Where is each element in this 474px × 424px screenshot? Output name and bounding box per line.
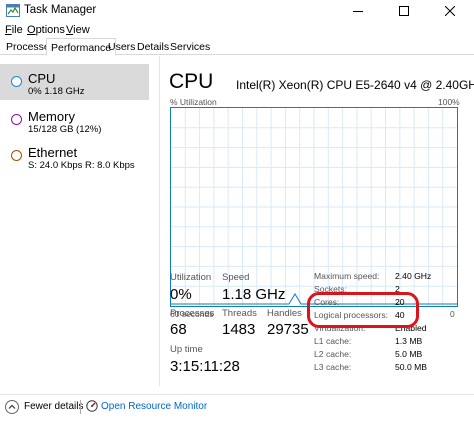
task-manager-icon <box>6 4 20 17</box>
sidebar: CPU 0% 1.18 GHz Memory 15/128 GB (12%) E… <box>0 56 160 386</box>
spec-value: 50.0 MB <box>395 362 428 372</box>
memory-ring-icon <box>11 114 22 125</box>
uptime-label: Up time <box>170 344 203 355</box>
page-title: CPU <box>169 70 214 93</box>
sidebar-item-subtitle: 15/128 GB (12%) <box>28 124 102 135</box>
sidebar-item-title: Ethernet <box>28 145 78 160</box>
uptime-value: 3:15:11:28 <box>170 358 240 375</box>
close-button[interactable] <box>427 0 473 22</box>
cpu-model: Intel(R) Xeon(R) CPU E5-2640 v4 @ 2.40GH… <box>236 78 474 92</box>
spec-label: L1 cache: <box>314 336 352 346</box>
sidebar-item-cpu[interactable]: CPU 0% 1.18 GHz <box>0 64 149 100</box>
spec-label: L2 cache: <box>314 349 352 359</box>
cores-highlight-annotation <box>307 292 419 328</box>
sidebar-item-title: CPU <box>28 71 56 86</box>
cpu-ring-icon <box>11 76 22 87</box>
graph-y-label: % Utilization <box>170 97 217 107</box>
menu-options[interactable]: Options <box>27 24 65 36</box>
open-resource-monitor-link[interactable]: Open Resource Monitor <box>101 401 207 412</box>
title-bar: Task Manager <box>0 0 474 22</box>
maximize-button[interactable] <box>381 0 427 22</box>
performance-panel: CPU Intel(R) Xeon(R) CPU E5-2640 v4 @ 2.… <box>161 56 474 386</box>
minimize-icon <box>353 11 363 12</box>
sidebar-item-title: Memory <box>28 109 75 124</box>
tab-services[interactable]: Services <box>166 40 214 55</box>
resource-monitor-icon <box>86 400 98 412</box>
spec-label: L3 cache: <box>314 362 352 372</box>
tab-strip: Processes Performance Users Details Serv… <box>0 38 474 56</box>
window-title: Task Manager <box>24 4 97 16</box>
speed-label: Speed <box>222 272 250 283</box>
menu-bar: File Options View <box>0 22 474 39</box>
close-icon <box>445 6 455 16</box>
spec-value: 5.0 MB <box>395 349 423 359</box>
handles-label: Handles <box>267 308 302 319</box>
ethernet-ring-icon <box>11 150 22 161</box>
menu-file[interactable]: File <box>5 24 23 36</box>
utilization-label: Utilization <box>170 272 212 283</box>
fewer-details-link[interactable]: Fewer details <box>24 401 83 412</box>
sidebar-item-subtitle: S: 24.0 Kbps R: 8.0 Kbps <box>28 160 135 171</box>
collapse-chevron-icon[interactable] <box>5 400 19 414</box>
speed-value: 1.18 GHz <box>222 286 286 303</box>
sidebar-item-subtitle: 0% 1.18 GHz <box>28 86 85 97</box>
spec-label: Maximum speed: <box>314 271 380 281</box>
sidebar-item-ethernet[interactable]: Ethernet S: 24.0 Kbps R: 8.0 Kbps <box>0 138 149 174</box>
minimize-button[interactable] <box>335 0 381 22</box>
threads-value: 1483 <box>222 321 256 338</box>
footer-divider <box>80 400 81 414</box>
maximize-icon <box>399 6 409 16</box>
sidebar-item-memory[interactable]: Memory 15/128 GB (12%) <box>0 102 149 138</box>
footer: Fewer details Open Resource Monitor <box>0 394 474 424</box>
handles-value: 29735 <box>267 321 309 338</box>
menu-view[interactable]: View <box>66 24 90 36</box>
processes-value: 68 <box>170 321 187 338</box>
graph-max-label: 100% <box>438 97 460 107</box>
spec-value: 1.3 MB <box>395 336 423 346</box>
spec-value: 2.40 GHz <box>395 271 432 281</box>
threads-label: Threads <box>222 308 257 319</box>
utilization-value: 0% <box>170 286 192 303</box>
graph-time-right: 0 <box>450 309 455 319</box>
processes-label: Processes <box>170 308 215 319</box>
